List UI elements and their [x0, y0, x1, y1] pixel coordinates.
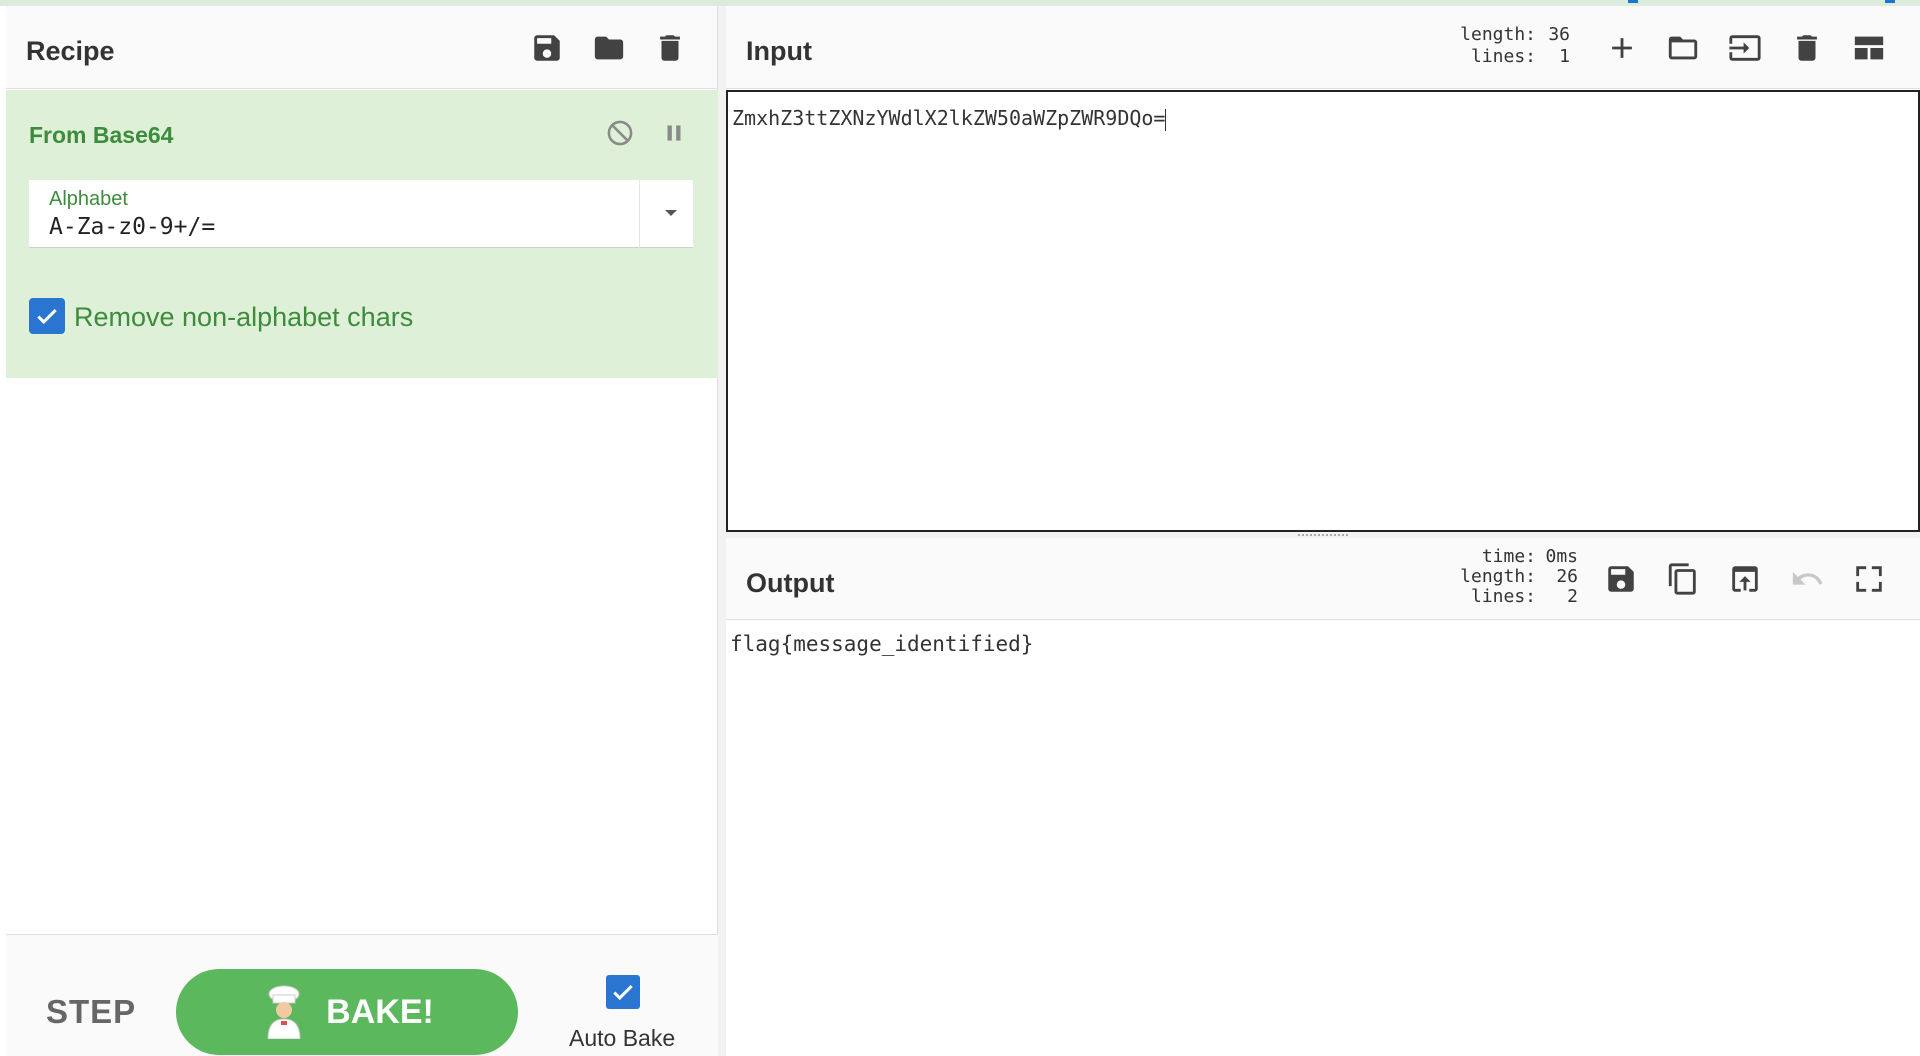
bake-label: BAKE! — [326, 992, 434, 1031]
input-length-label: length: — [1460, 24, 1536, 45]
auto-bake-label[interactable]: Auto Bake — [569, 1025, 675, 1052]
recipe-header: Recipe — [6, 6, 717, 89]
resize-grip-icon — [1298, 534, 1348, 536]
copy-icon — [1668, 563, 1696, 595]
disable-icon — [607, 120, 633, 146]
add-input-tab-button[interactable] — [1600, 26, 1644, 70]
text-cursor — [1165, 108, 1167, 131]
remove-non-alphabet-label[interactable]: Remove non-alphabet chars — [74, 302, 413, 333]
layout-icon — [1854, 36, 1884, 60]
output-title: Output — [746, 568, 835, 598]
alphabet-label: Alphabet — [49, 188, 128, 210]
output-header: Output time: 0ms length: 26 lines: 2 — [726, 538, 1920, 620]
top-accent-mark — [1885, 0, 1895, 3]
output-text[interactable]: flag{message_identified} — [730, 632, 1033, 656]
trash-icon — [1797, 35, 1817, 61]
recipe-footer: STEP BAKE! Auto Bake — [6, 934, 718, 1056]
alphabet-value: A-Za-z0-9+/= — [49, 214, 216, 240]
bake-button[interactable]: BAKE! — [176, 969, 518, 1055]
maximize-output-button[interactable] — [1847, 557, 1891, 601]
folder-icon — [1668, 36, 1698, 60]
import-icon — [1729, 35, 1761, 61]
folder-icon — [594, 36, 624, 60]
save-icon — [1608, 566, 1634, 592]
trash-icon — [660, 35, 680, 61]
output-pane: Output time: 0ms length: 26 lines: 2 fla… — [726, 538, 1920, 1056]
save-output-button[interactable] — [1599, 557, 1643, 601]
copy-output-button[interactable] — [1661, 557, 1705, 601]
output-time-label: time: — [1481, 546, 1536, 567]
input-lines-value: 1 — [1559, 46, 1570, 67]
chevron-down-icon — [665, 210, 677, 216]
pause-icon — [667, 125, 681, 141]
pause-operation-button[interactable] — [657, 116, 691, 150]
save-recipe-button[interactable] — [525, 26, 569, 70]
open-file-button[interactable] — [1661, 26, 1705, 70]
recipe-title: Recipe — [26, 36, 115, 66]
step-button[interactable]: STEP — [46, 993, 136, 1031]
reset-layout-button[interactable] — [1847, 26, 1891, 70]
disable-operation-button[interactable] — [603, 116, 637, 150]
input-text-content[interactable]: ZmxhZ3ttZXNzYWdlX2lkZW50aWZpZWR9DQo= — [732, 106, 1167, 131]
output-lines-value: 2 — [1567, 586, 1578, 607]
undo-icon — [1792, 571, 1823, 585]
pane-divider[interactable] — [718, 6, 726, 1056]
load-recipe-button[interactable] — [587, 26, 631, 70]
output-lines-label: lines: — [1470, 586, 1536, 607]
input-pane: Input length: 36 lines: 1 ZmxhZ3ttZXNzYW… — [726, 6, 1920, 532]
output-time-value: 0ms — [1545, 546, 1578, 567]
alphabet-select[interactable]: Alphabet A-Za-z0-9+/= — [29, 180, 693, 248]
replace-input-icon — [1732, 566, 1758, 592]
save-icon — [534, 35, 560, 61]
replace-input-button[interactable] — [1723, 557, 1767, 601]
input-header: Input length: 36 lines: 1 — [726, 6, 1920, 89]
plus-icon — [1612, 38, 1632, 58]
alphabet-dropdown-toggle[interactable] — [639, 180, 693, 248]
chef-icon — [267, 985, 301, 1039]
input-text-value: ZmxhZ3ttZXNzYWdlX2lkZW50aWZpZWR9DQo= — [732, 106, 1166, 130]
top-accent-mark — [1628, 0, 1638, 3]
auto-bake-checkbox[interactable] — [606, 975, 640, 1009]
checkmark-icon — [613, 984, 633, 1001]
input-length-value: 36 — [1548, 24, 1570, 45]
operation-name: From Base64 — [29, 122, 174, 148]
output-length-label: length: — [1460, 566, 1536, 587]
input-title: Input — [746, 36, 812, 66]
recipe-pane: Recipe From Base64 Alphabet A-Za-z0-9+/= — [6, 6, 718, 1056]
remove-non-alphabet-checkbox[interactable] — [29, 298, 65, 334]
operation-from-base64[interactable]: From Base64 Alphabet A-Za-z0-9+/= Remove… — [6, 90, 718, 378]
undo-button[interactable] — [1785, 557, 1829, 601]
clear-input-button[interactable] — [1785, 26, 1829, 70]
open-folder-button[interactable] — [1723, 26, 1767, 70]
maximize-icon — [1856, 566, 1882, 592]
input-textarea[interactable]: ZmxhZ3ttZXNzYWdlX2lkZW50aWZpZWR9DQo= — [726, 90, 1920, 532]
clear-recipe-button[interactable] — [648, 26, 692, 70]
checkmark-icon — [37, 308, 57, 325]
output-length-value: 26 — [1556, 566, 1578, 587]
input-lines-label: lines: — [1470, 46, 1536, 67]
